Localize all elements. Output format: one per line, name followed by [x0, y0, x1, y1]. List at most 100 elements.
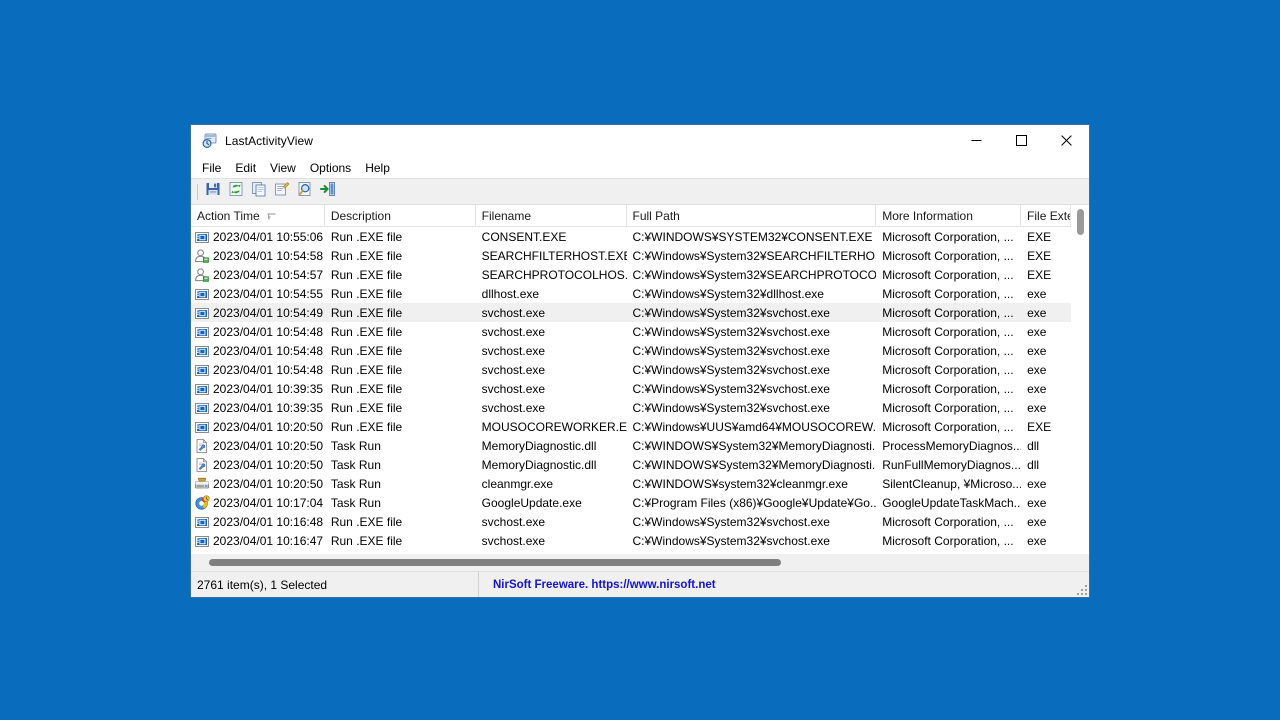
save-icon	[205, 181, 221, 202]
exit-button[interactable]	[316, 181, 339, 203]
cell-more-information: RunFullMemoryDiagnos...	[882, 457, 1021, 472]
cell-action-time: 2023/04/01 10:54:49	[191, 303, 325, 322]
cell-file-extension: dll	[1027, 457, 1040, 472]
cell-more-information: Microsoft Corporation, ...	[882, 343, 1014, 358]
table-row[interactable]: 2023/04/01 10:54:55 Run .EXE file dllhost.…	[191, 284, 1071, 303]
copy-button[interactable]	[247, 181, 270, 203]
table-row[interactable]: 2023/04/01 10:54:48 Run .EXE file svchost.…	[191, 322, 1071, 341]
toolbar-separator	[197, 183, 198, 200]
find-button[interactable]	[293, 181, 316, 203]
table-row[interactable]: 2023/04/01 10:16:47 Run .EXE file svchost.…	[191, 531, 1071, 550]
cell-file-extension: exe	[1027, 324, 1047, 339]
table-row[interactable]: 2023/04/01 10:20:50 Task Run MemoryDiagnos…	[191, 436, 1071, 455]
horizontal-scrollbar[interactable]	[191, 553, 1089, 571]
cell-more-information: Microsoft Corporation, ...	[882, 229, 1014, 244]
cell-file-extension: EXE	[1027, 419, 1052, 434]
dll-file-icon	[194, 438, 210, 454]
menu-help[interactable]: Help	[358, 159, 397, 177]
table-row[interactable]: 2023/04/01 10:55:06 Run .EXE file CONSENT.…	[191, 227, 1071, 246]
cell-more-information: Microsoft Corporation, ...	[882, 362, 1014, 377]
table-row[interactable]: 2023/04/01 10:17:04 Task Run GoogleUpdate.…	[191, 493, 1071, 512]
close-button[interactable]	[1044, 125, 1089, 156]
cell-file-extension: exe	[1027, 495, 1047, 510]
horizontal-scrollbar-thumb[interactable]	[209, 559, 781, 566]
table-row[interactable]: 2023/04/01 10:20:50 Task Run cleanmgr.exe C…	[191, 474, 1071, 493]
menu-file[interactable]: File	[195, 159, 228, 177]
resize-grip[interactable]	[1075, 583, 1087, 595]
minimize-button[interactable]	[954, 125, 999, 156]
cell-filename: svchost.exe	[481, 324, 546, 339]
cell-full-path: C:¥Windows¥UUS¥amd64¥MOUSOCOREW...	[632, 419, 877, 434]
cell-file-extension: exe	[1027, 476, 1047, 491]
cell-file-extension: exe	[1027, 305, 1047, 320]
cell-more-information: ProcessMemoryDiagnos...	[882, 438, 1022, 453]
cell-filename: svchost.exe	[481, 400, 546, 415]
cell-more-information: Microsoft Corporation, ...	[882, 381, 1014, 396]
cell-description: Run .EXE file	[330, 362, 403, 377]
cell-file-extension: exe	[1027, 514, 1047, 529]
column-header-full-path[interactable]: Full Path	[627, 205, 877, 226]
refresh-button[interactable]	[224, 181, 247, 203]
table-row[interactable]: 2023/04/01 10:16:48 Run .EXE file svchost.…	[191, 512, 1071, 531]
refresh-icon	[228, 181, 244, 202]
table-row[interactable]: 2023/04/01 10:39:35 Run .EXE file svchost.…	[191, 398, 1071, 417]
menu-edit[interactable]: Edit	[228, 159, 263, 177]
find-icon	[297, 181, 313, 202]
properties-button[interactable]	[270, 181, 293, 203]
cell-file-extension: exe	[1027, 343, 1047, 358]
cell-more-information: Microsoft Corporation, ...	[882, 400, 1014, 415]
cell-description: Task Run	[330, 438, 381, 453]
table-row[interactable]: 2023/04/01 10:54:48 Run .EXE file svchost.…	[191, 360, 1071, 379]
vertical-scrollbar[interactable]	[1071, 205, 1089, 553]
run-exe-window-icon	[194, 514, 210, 530]
cell-file-extension: exe	[1027, 286, 1047, 301]
table-row[interactable]: 2023/04/01 10:20:50 Task Run MemoryDiagnos…	[191, 455, 1071, 474]
cell-filename: svchost.exe	[481, 533, 546, 548]
run-exe-window-icon	[194, 362, 210, 378]
column-header-filename[interactable]: Filename	[476, 205, 627, 226]
table-body: 2023/04/01 10:55:06 Run .EXE file CONSENT.…	[191, 227, 1071, 550]
table-row[interactable]: 2023/04/01 10:20:50 Run .EXE file MOUSOCOR…	[191, 417, 1071, 436]
cell-action-time: 2023/04/01 10:54:58	[191, 246, 325, 265]
cell-filename: cleanmgr.exe	[481, 476, 554, 491]
cell-full-path: C:¥Windows¥System32¥svchost.exe	[632, 343, 830, 358]
save-button[interactable]	[201, 181, 224, 203]
column-header-action-time[interactable]: Action Time	[191, 205, 325, 226]
nirsoft-link[interactable]: NirSoft Freeware. https://www.nirsoft.ne…	[479, 572, 1089, 597]
title-bar[interactable]: LastActivityView	[191, 125, 1089, 157]
cell-more-information: Microsoft Corporation, ...	[882, 267, 1014, 282]
column-header-description[interactable]: Description	[325, 205, 476, 226]
cell-more-information: Microsoft Corporation, ...	[882, 305, 1014, 320]
menu-options[interactable]: Options	[303, 159, 358, 177]
cell-action-time: 2023/04/01 10:54:48	[191, 360, 325, 379]
cell-full-path: C:¥Windows¥System32¥svchost.exe	[632, 400, 830, 415]
column-header-more-information[interactable]: More Information	[876, 205, 1022, 226]
maximize-button[interactable]	[999, 125, 1044, 156]
cell-description: Run .EXE file	[330, 381, 403, 396]
cell-action-time: 2023/04/01 10:54:48	[191, 322, 325, 341]
cell-description: Run .EXE file	[330, 324, 403, 339]
vertical-scrollbar-thumb[interactable]	[1077, 209, 1084, 235]
cell-description: Task Run	[330, 476, 381, 491]
column-header-file-extension[interactable]: File Exte	[1021, 205, 1071, 226]
table-row[interactable]: 2023/04/01 10:54:49 Run .EXE file svchost.…	[191, 303, 1071, 322]
action-time-text: 2023/04/01 10:54:58	[213, 248, 324, 263]
cell-file-extension: dll	[1027, 438, 1040, 453]
cell-action-time: 2023/04/01 10:39:35	[191, 379, 325, 398]
cell-full-path: C:¥Windows¥System32¥svchost.exe	[632, 514, 830, 529]
cell-more-information: SilentCleanup, ¥Microso...	[882, 476, 1022, 491]
cell-more-information: Microsoft Corporation, ...	[882, 286, 1014, 301]
window-controls	[954, 125, 1089, 157]
table-row[interactable]: 2023/04/01 10:39:35 Run .EXE file svchost.…	[191, 379, 1071, 398]
lastactivityview-app-icon	[201, 133, 217, 149]
properties-icon	[274, 181, 290, 202]
cell-description: Run .EXE file	[330, 514, 403, 529]
table-row[interactable]: 2023/04/01 10:54:48 Run .EXE file svchost.…	[191, 341, 1071, 360]
menu-view[interactable]: View	[263, 159, 303, 177]
cell-full-path: C:¥WINDOWS¥System32¥MemoryDiagnosti...	[632, 438, 877, 453]
cell-filename: svchost.exe	[481, 362, 546, 377]
run-exe-window-icon	[194, 324, 210, 340]
cell-full-path: C:¥WINDOWS¥SYSTEM32¥CONSENT.EXE	[632, 229, 873, 244]
table-row[interactable]: 2023/04/01 10:54:57 Run .EXE file SEARCHPR…	[191, 265, 1071, 284]
table-row[interactable]: 2023/04/01 10:54:58 Run .EXE file SEARCHFI…	[191, 246, 1071, 265]
